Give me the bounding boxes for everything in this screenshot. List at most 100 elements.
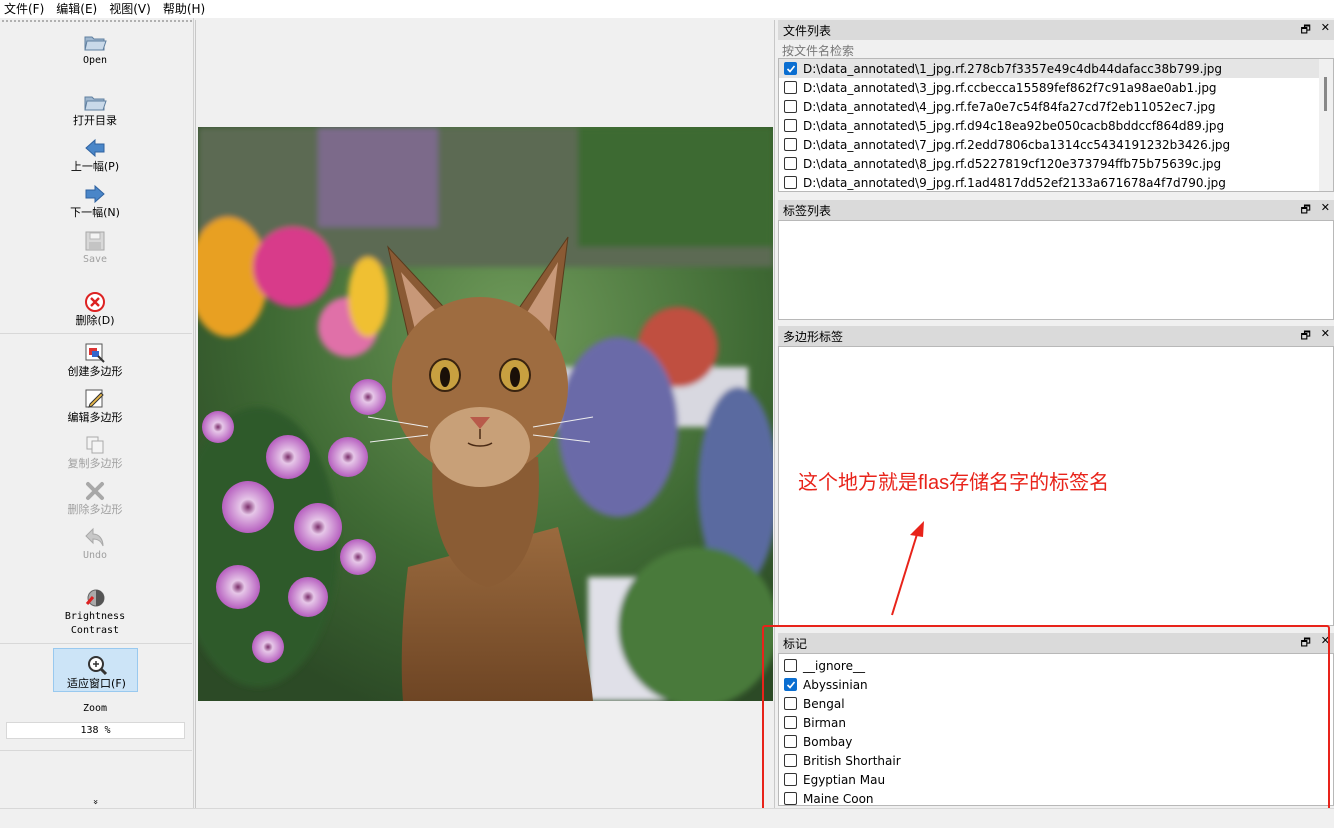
image-canvas[interactable] xyxy=(195,20,775,808)
delete-polygon-label: 删除多边形 xyxy=(67,503,123,516)
label-list[interactable] xyxy=(778,220,1334,320)
flag-list-item[interactable]: Bombay xyxy=(779,732,1333,751)
checkbox[interactable] xyxy=(784,678,797,691)
checkbox[interactable] xyxy=(784,773,797,786)
file-list-item-text: D:\data_annotated\1_jpg.rf.278cb7f3357e4… xyxy=(803,61,1223,76)
create-polygon-icon xyxy=(82,341,108,365)
open-button[interactable]: Open xyxy=(0,30,190,68)
dock-title-bar[interactable]: 标签列表 🗗 ✕ xyxy=(778,200,1334,220)
delete-polygon-button[interactable]: 删除多边形 xyxy=(0,479,190,517)
float-icon[interactable]: 🗗 xyxy=(1300,634,1310,653)
dock-title-bar[interactable]: 多边形标签 🗗 ✕ xyxy=(778,326,1334,346)
checkbox[interactable] xyxy=(784,138,797,151)
copy-icon xyxy=(82,433,108,457)
flag-list: __ignore__ Abyssinian Bengal Birman Bombay Br… xyxy=(778,653,1334,806)
checkbox[interactable] xyxy=(784,119,797,132)
menu-edit[interactable]: 编辑(E) xyxy=(52,0,105,18)
checkbox[interactable] xyxy=(784,81,797,94)
annotation-arrow xyxy=(891,521,924,616)
scrollbar-thumb[interactable] xyxy=(1324,77,1327,111)
arrow-left-icon xyxy=(82,136,108,160)
checkbox[interactable] xyxy=(784,100,797,113)
toolbar-grip[interactable] xyxy=(2,20,192,22)
checkbox[interactable] xyxy=(784,176,797,189)
checkmark-icon xyxy=(786,64,795,73)
flag-list-item[interactable]: Birman xyxy=(779,713,1333,732)
file-list-item[interactable]: D:\data_annotated\4_jpg.rf.fe7a0e7c54f84… xyxy=(779,97,1333,116)
flag-list-item[interactable]: Abyssinian xyxy=(779,675,1333,694)
flag-list-item-text: Abyssinian xyxy=(803,677,868,692)
flag-list-item-text: __ignore__ xyxy=(803,658,865,673)
folder-icon xyxy=(82,90,108,114)
create-polygon-label: 创建多边形 xyxy=(67,365,123,378)
zoom-value-field[interactable]: 138 % xyxy=(6,722,185,739)
fit-window-inner: 适应窗口(F) xyxy=(54,653,139,691)
checkmark-icon xyxy=(786,680,795,689)
menu-file[interactable]: 文件(F) xyxy=(0,0,52,18)
checkbox[interactable] xyxy=(784,754,797,767)
zoom-fit-icon xyxy=(84,653,110,677)
menu-help[interactable]: 帮助(H) xyxy=(159,0,213,18)
float-icon[interactable]: 🗗 xyxy=(1300,21,1310,40)
close-icon[interactable]: ✕ xyxy=(1321,634,1330,653)
checkbox[interactable] xyxy=(784,735,797,748)
file-list-item[interactable]: D:\data_annotated\7_jpg.rf.2edd7806cba13… xyxy=(779,135,1333,154)
close-icon[interactable]: ✕ xyxy=(1321,21,1330,40)
flag-list-item[interactable]: British Shorthair xyxy=(779,751,1333,770)
file-rows: D:\data_annotated\1_jpg.rf.278cb7f3357e4… xyxy=(779,59,1333,191)
cat-photo[interactable] xyxy=(198,127,773,701)
flag-list-item-text: Egyptian Mau xyxy=(803,772,886,787)
open-dir-button[interactable]: 打开目录 xyxy=(0,90,190,128)
undo-button[interactable]: Undo xyxy=(0,525,190,563)
brightness-contrast-button[interactable]: Brightness Contrast xyxy=(0,586,190,638)
checkbox[interactable] xyxy=(784,716,797,729)
open-dir-label: 打开目录 xyxy=(73,114,117,127)
flag-rows: __ignore__ Abyssinian Bengal Birman Bombay Br… xyxy=(779,656,1333,805)
close-icon[interactable]: ✕ xyxy=(1321,201,1330,220)
menu-view[interactable]: 视图(V) xyxy=(105,0,159,18)
label-list-dock: 标签列表 🗗 ✕ xyxy=(778,200,1334,322)
dock-title: 标记 xyxy=(783,636,808,651)
dock-title-bar[interactable]: 文件列表 🗗 ✕ xyxy=(778,20,1334,40)
file-list-item[interactable]: D:\data_annotated\8_jpg.rf.d5227819cf120… xyxy=(779,154,1333,173)
file-list-item-text: D:\data_annotated\9_jpg.rf.1ad4817dd52ef… xyxy=(803,175,1226,190)
flag-list-item[interactable]: __ignore__ xyxy=(779,656,1333,675)
delete-file-button[interactable]: 删除(D) xyxy=(0,290,190,328)
flag-list-item[interactable]: Maine Coon xyxy=(779,789,1333,805)
checkbox[interactable] xyxy=(784,659,797,672)
file-search-input[interactable]: 按文件名检索 xyxy=(778,40,1334,58)
left-toolbar: Open 打开目录 上一幅(P) 下一幅(N) Save 删除(D) 创建多边形… xyxy=(0,18,194,808)
close-icon[interactable]: ✕ xyxy=(1321,327,1330,346)
zoom-label: Zoom xyxy=(82,703,108,714)
file-list-item-text: D:\data_annotated\3_jpg.rf.ccbecca15589f… xyxy=(803,80,1217,95)
file-list-item[interactable]: D:\data_annotated\9_jpg.rf.1ad4817dd52ef… xyxy=(779,173,1333,191)
checkbox[interactable] xyxy=(784,62,797,75)
file-list-item[interactable]: D:\data_annotated\3_jpg.rf.ccbecca15589f… xyxy=(779,78,1333,97)
dock-title: 多边形标签 xyxy=(783,329,844,344)
dock-title-bar[interactable]: 标记 🗗 ✕ xyxy=(778,633,1334,653)
edit-polygon-button[interactable]: 编辑多边形 xyxy=(0,387,190,425)
file-list-item-text: D:\data_annotated\8_jpg.rf.d5227819cf120… xyxy=(803,156,1222,171)
flag-list-item[interactable]: Bengal xyxy=(779,694,1333,713)
fit-window-button[interactable]: 适应窗口(F) xyxy=(53,648,138,692)
file-list-item[interactable]: D:\data_annotated\5_jpg.rf.d94c18ea92be0… xyxy=(779,116,1333,135)
checkbox[interactable] xyxy=(784,157,797,170)
file-list-item-text: D:\data_annotated\7_jpg.rf.2edd7806cba13… xyxy=(803,137,1231,152)
create-polygon-button[interactable]: 创建多边形 xyxy=(0,341,190,379)
edit-polygon-label: 编辑多边形 xyxy=(67,411,123,424)
file-list-item[interactable]: D:\data_annotated\1_jpg.rf.278cb7f3357e4… xyxy=(779,59,1333,78)
flag-list-item[interactable]: Egyptian Mau xyxy=(779,770,1333,789)
toolbar-extension-button[interactable]: » xyxy=(0,795,190,809)
file-list: D:\data_annotated\1_jpg.rf.278cb7f3357e4… xyxy=(778,58,1334,192)
next-image-button[interactable]: 下一幅(N) xyxy=(0,182,190,220)
checkbox[interactable] xyxy=(784,792,797,805)
float-icon[interactable]: 🗗 xyxy=(1300,201,1310,220)
dock-title: 标签列表 xyxy=(783,203,832,218)
fit-window-label: 适应窗口(F) xyxy=(67,677,126,690)
float-icon[interactable]: 🗗 xyxy=(1300,327,1310,346)
checkbox[interactable] xyxy=(784,697,797,710)
save-button[interactable]: Save xyxy=(0,229,190,267)
scrollbar[interactable] xyxy=(1319,59,1333,191)
copy-polygon-button[interactable]: 复制多边形 xyxy=(0,433,190,471)
prev-image-button[interactable]: 上一幅(P) xyxy=(0,136,190,174)
